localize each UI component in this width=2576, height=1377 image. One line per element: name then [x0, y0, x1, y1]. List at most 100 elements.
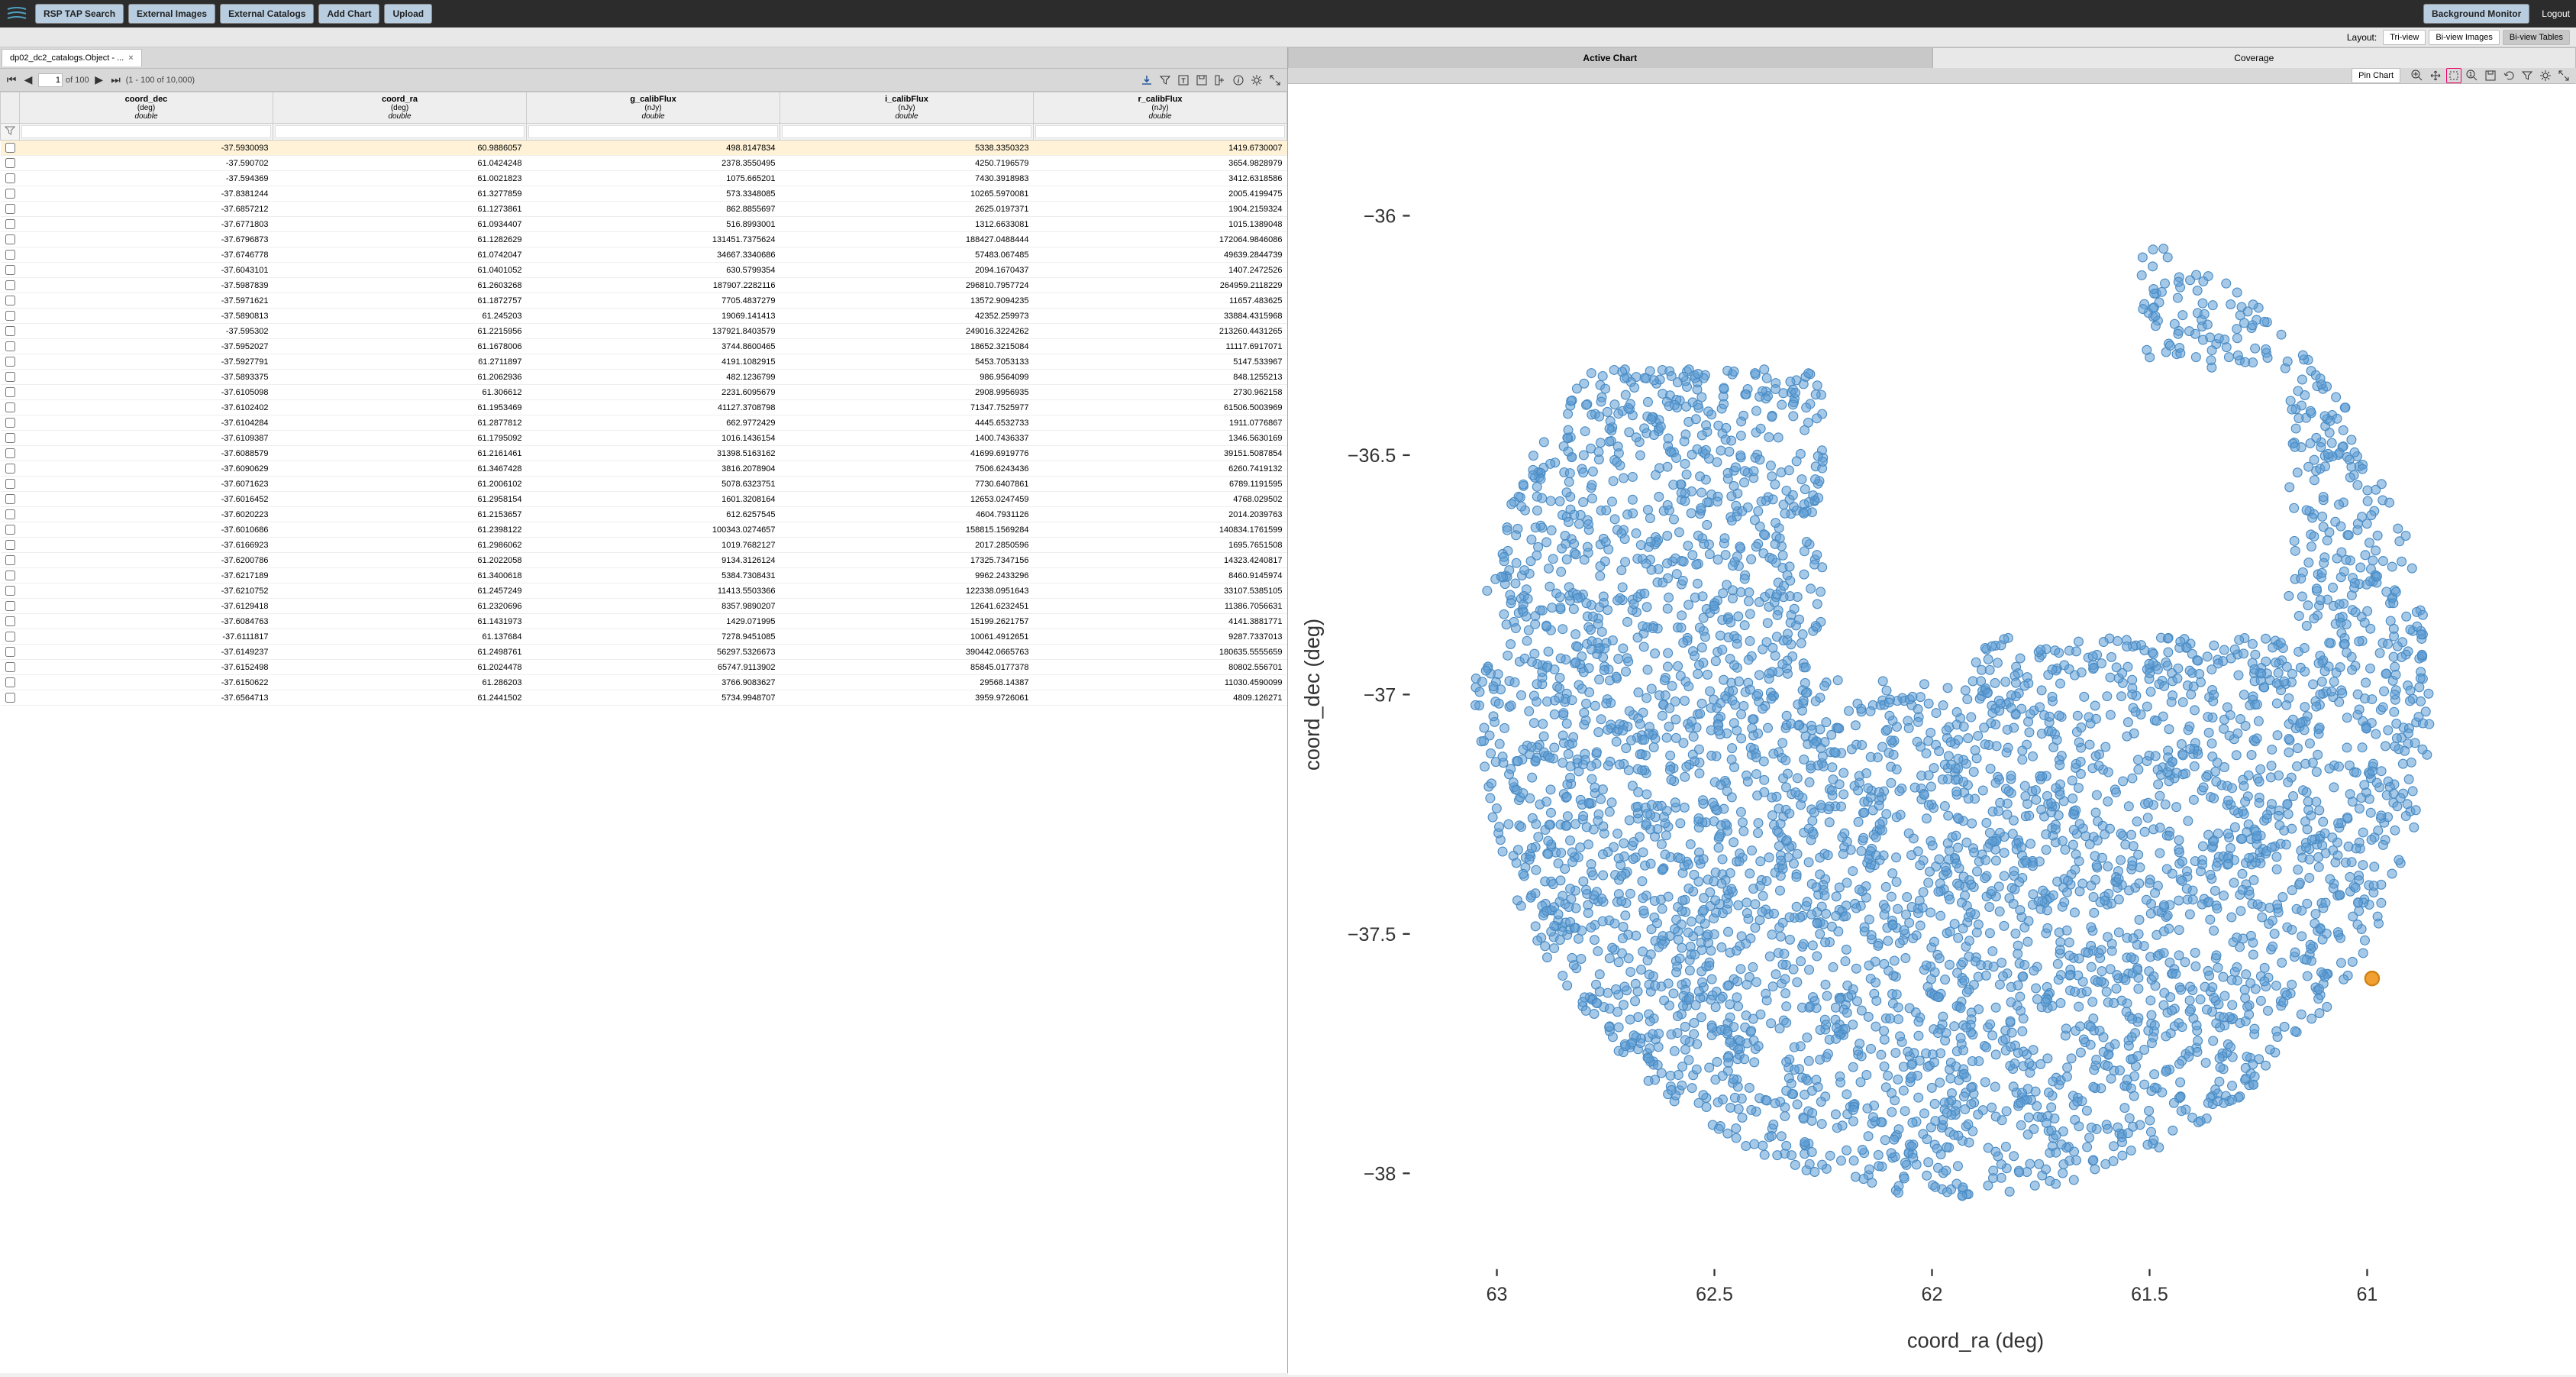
table-row[interactable]: -37.601068661.2398122100343.027465715881… — [1, 522, 1287, 538]
table-row[interactable]: -37.604310161.0401052630.57993542094.167… — [1, 263, 1287, 278]
row-checkbox[interactable] — [5, 586, 15, 596]
row-checkbox[interactable] — [5, 387, 15, 397]
column-header-coord_ra[interactable]: coord_ra(deg)double — [273, 92, 527, 124]
row-checkbox[interactable] — [5, 601, 15, 611]
table-row[interactable]: -37.598783961.2603268187907.228211629681… — [1, 278, 1287, 293]
last-page-icon[interactable]: ⏭ — [109, 73, 123, 87]
row-checkbox[interactable] — [5, 555, 15, 565]
layout-bi-view-tables-button[interactable]: Bi-view Tables — [2503, 30, 2570, 45]
table-row[interactable]: -37.592779161.27118974191.10829155453.70… — [1, 354, 1287, 370]
row-checkbox[interactable] — [5, 143, 15, 153]
table-row[interactable]: -37.685721261.1273861862.88556972625.019… — [1, 202, 1287, 217]
row-checkbox[interactable] — [5, 372, 15, 382]
add-column-icon[interactable] — [1212, 73, 1228, 88]
column-header-g_calibFlux[interactable]: g_calibFlux(nJy)double — [527, 92, 780, 124]
table-row[interactable]: -37.656471361.24415025734.99487073959.97… — [1, 690, 1287, 706]
row-checkbox[interactable] — [5, 693, 15, 703]
table-row[interactable]: -37.621075261.245724911413.5503366122338… — [1, 583, 1287, 599]
chart-settings-icon[interactable] — [2538, 68, 2553, 83]
upload-button[interactable]: Upload — [384, 4, 432, 24]
row-checkbox[interactable] — [5, 571, 15, 580]
undo-icon[interactable] — [2501, 68, 2516, 83]
table-row[interactable]: -37.611181761.1376847278.945108510061.49… — [1, 629, 1287, 645]
table-tab[interactable]: dp02_dc2_catalogs.Object - ... × — [2, 49, 142, 66]
filter-icon[interactable] — [1157, 73, 1173, 88]
chart-expand-icon[interactable] — [2556, 68, 2571, 83]
logout-link[interactable]: Logout — [2542, 8, 2570, 19]
row-checkbox[interactable] — [5, 433, 15, 443]
table-row[interactable]: -37.621718961.34006185384.73084319962.24… — [1, 568, 1287, 583]
row-checkbox[interactable] — [5, 219, 15, 229]
info-icon[interactable]: i — [1231, 73, 1246, 88]
table-row[interactable]: -37.614923761.249876156297.5326673390442… — [1, 645, 1287, 660]
layout-tri-view-button[interactable]: Tri-view — [2383, 30, 2426, 45]
zoom-pan-icon[interactable] — [2428, 68, 2443, 83]
first-page-icon[interactable]: ⏮ — [5, 73, 18, 87]
filter-input-coord_ra[interactable] — [275, 125, 525, 138]
zoom-in-icon[interactable] — [2410, 68, 2425, 83]
table-row[interactable]: -37.610240261.195346941127.370879871347.… — [1, 400, 1287, 415]
table-scroll[interactable]: coord_dec(deg)doublecoord_ra(deg)doubleg… — [0, 92, 1287, 1373]
select-all-header[interactable] — [1, 92, 20, 124]
filter-input-g_calibFlux[interactable] — [528, 125, 778, 138]
table-row[interactable]: -37.610509861.3066122231.60956792908.995… — [1, 385, 1287, 400]
row-checkbox[interactable] — [5, 540, 15, 550]
table-row[interactable]: -37.608857961.216146131398.516316241699.… — [1, 446, 1287, 461]
expand-icon[interactable] — [1267, 73, 1283, 88]
row-checkbox[interactable] — [5, 296, 15, 305]
row-checkbox[interactable] — [5, 448, 15, 458]
tab-coverage[interactable]: Coverage — [1932, 47, 2576, 68]
filter-input-i_calibFlux[interactable] — [782, 125, 1031, 138]
row-checkbox[interactable] — [5, 647, 15, 657]
row-checkbox[interactable] — [5, 173, 15, 183]
row-checkbox[interactable] — [5, 158, 15, 168]
row-checkbox[interactable] — [5, 250, 15, 260]
row-checkbox[interactable] — [5, 662, 15, 672]
row-checkbox[interactable] — [5, 616, 15, 626]
page-number-input[interactable] — [38, 73, 63, 87]
tab-active-chart[interactable]: Active Chart — [1288, 47, 1932, 68]
save-icon[interactable] — [1194, 73, 1209, 88]
download-icon[interactable] — [1139, 73, 1154, 88]
table-row[interactable]: -37.610428461.2877812662.97724294445.653… — [1, 415, 1287, 431]
zoom-fit-icon[interactable]: 1 — [2465, 68, 2480, 83]
table-row[interactable]: -37.602022361.2153657612.62575454604.793… — [1, 507, 1287, 522]
table-row[interactable]: -37.597162161.18727577705.483727913572.9… — [1, 293, 1287, 309]
table-row[interactable]: -37.615249861.202447865747.911390285845.… — [1, 660, 1287, 675]
next-page-icon[interactable]: ▶ — [92, 73, 106, 87]
table-row[interactable]: -37.677180361.0934407516.89930011312.663… — [1, 217, 1287, 232]
table-row[interactable]: -37.59530261.2215956137921.8403579249016… — [1, 324, 1287, 339]
table-row[interactable]: -37.595202761.16780063744.860046518652.3… — [1, 339, 1287, 354]
row-checkbox[interactable] — [5, 280, 15, 290]
background-monitor-button[interactable]: Background Monitor — [2423, 4, 2529, 24]
text-view-icon[interactable]: T — [1176, 73, 1191, 88]
prev-page-icon[interactable]: ◀ — [21, 73, 35, 87]
row-checkbox[interactable] — [5, 479, 15, 489]
row-checkbox[interactable] — [5, 418, 15, 428]
row-checkbox[interactable] — [5, 402, 15, 412]
layout-bi-view-images-button[interactable]: Bi-view Images — [2429, 30, 2500, 45]
table-row[interactable]: -37.609062961.34674283816.20789047506.62… — [1, 461, 1287, 477]
filter-row-icon[interactable] — [1, 124, 20, 141]
chart-filter-icon[interactable] — [2520, 68, 2535, 83]
row-checkbox[interactable] — [5, 357, 15, 367]
table-row[interactable]: -37.589081361.24520319069.14141342352.25… — [1, 309, 1287, 324]
table-row[interactable]: -37.608476361.14319731429.07199515199.26… — [1, 614, 1287, 629]
row-checkbox[interactable] — [5, 525, 15, 535]
close-icon[interactable]: × — [128, 53, 133, 63]
table-row[interactable]: -37.589337561.2062936482.1236799986.9564… — [1, 370, 1287, 385]
add-chart-button[interactable]: Add Chart — [318, 4, 379, 24]
table-row[interactable]: -37.59436961.00218231075.6652017430.3918… — [1, 171, 1287, 186]
row-checkbox[interactable] — [5, 234, 15, 244]
row-checkbox[interactable] — [5, 265, 15, 275]
table-row[interactable]: -37.612941861.23206968357.989020712641.6… — [1, 599, 1287, 614]
settings-icon[interactable] — [1249, 73, 1264, 88]
table-row[interactable]: -37.607162361.20061025078.63237517730.64… — [1, 477, 1287, 492]
row-checkbox[interactable] — [5, 509, 15, 519]
table-row[interactable]: -37.616692361.29860621019.76821272017.28… — [1, 538, 1287, 553]
pin-chart-button[interactable]: Pin Chart — [2352, 68, 2400, 83]
row-checkbox[interactable] — [5, 189, 15, 199]
table-row[interactable]: -37.593009360.9886057498.81478345338.335… — [1, 141, 1287, 156]
row-checkbox[interactable] — [5, 204, 15, 214]
column-header-r_calibFlux[interactable]: r_calibFlux(nJy)double — [1034, 92, 1287, 124]
